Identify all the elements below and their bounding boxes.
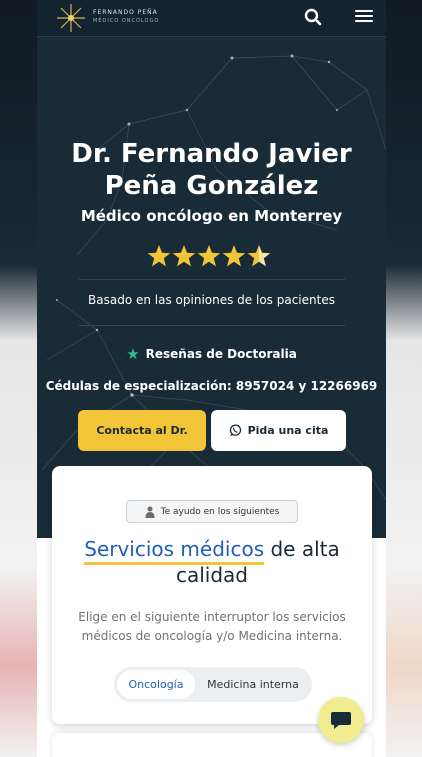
- half-star-icon: [247, 245, 271, 267]
- doctor-specialty: Médico oncólogo en Monterrey: [80, 207, 343, 225]
- chip-label: Te ayudo en los siguientes: [160, 506, 280, 517]
- divider: [79, 325, 345, 326]
- hamburger-menu-icon[interactable]: [353, 7, 375, 27]
- star-icon: [172, 245, 196, 267]
- appointment-button[interactable]: Pida una cita: [211, 410, 346, 451]
- rating-basis-text: Basado en las opiniones de los pacientes: [88, 293, 335, 307]
- license-numbers: Cédulas de especialización: 8957024 y 12…: [45, 379, 378, 393]
- chat-button[interactable]: [318, 697, 364, 743]
- site-logo[interactable]: FERNANDO PEÑA MÉDICO ONCÓLOGO: [53, 2, 177, 32]
- doctoralia-reviews-link[interactable]: ★ Reseñas de Doctoralia: [37, 345, 386, 363]
- services-title-accent: Servicios médicos: [84, 537, 265, 565]
- appointment-label: Pida una cita: [247, 424, 329, 437]
- next-section-card: [52, 733, 372, 757]
- services-title: Servicios médicos de alta calidad: [52, 536, 372, 588]
- logo-star-icon: [57, 4, 85, 32]
- divider: [79, 279, 345, 280]
- services-description: Elige en el siguiente interruptor los se…: [78, 610, 346, 643]
- background-right-edge: [386, 0, 422, 757]
- contact-button[interactable]: Contacta al Dr.: [78, 410, 206, 451]
- background-left-edge: [0, 0, 37, 757]
- top-navigation-bar: FERNANDO PEÑA MÉDICO ONCÓLOGO: [37, 0, 386, 37]
- doctor-icon: [145, 506, 155, 518]
- star-icon: [222, 245, 246, 267]
- doctoralia-star-icon: ★: [126, 345, 140, 363]
- hero-section: FERNANDO PEÑA MÉDICO ONCÓLOGO Dr. Fernan…: [37, 0, 386, 538]
- rating-stars: [147, 245, 271, 267]
- reviews-label: Reseñas de Doctoralia: [145, 347, 297, 361]
- page-title: Dr. Fernando Javier Peña González: [71, 139, 352, 201]
- star-icon: [197, 245, 221, 267]
- logo-name: FERNANDO PEÑA: [93, 9, 158, 16]
- service-toggle: Oncología Medicina interna: [114, 667, 312, 702]
- toggle-medicina-interna[interactable]: Medicina interna: [200, 670, 306, 699]
- whatsapp-icon: [229, 424, 241, 437]
- page: FERNANDO PEÑA MÉDICO ONCÓLOGO Dr. Fernan…: [37, 0, 386, 757]
- toggle-oncologia[interactable]: Oncología: [117, 670, 195, 699]
- network-background: [41, 54, 386, 531]
- logo-tagline: MÉDICO ONCÓLOGO: [93, 18, 160, 24]
- services-chip: Te ayudo en los siguientes: [126, 500, 298, 523]
- star-icon: [147, 245, 171, 267]
- services-card: Te ayudo en los siguientes Servicios méd…: [52, 466, 372, 724]
- chat-bubble-icon: [331, 712, 351, 729]
- search-icon[interactable]: [303, 7, 323, 27]
